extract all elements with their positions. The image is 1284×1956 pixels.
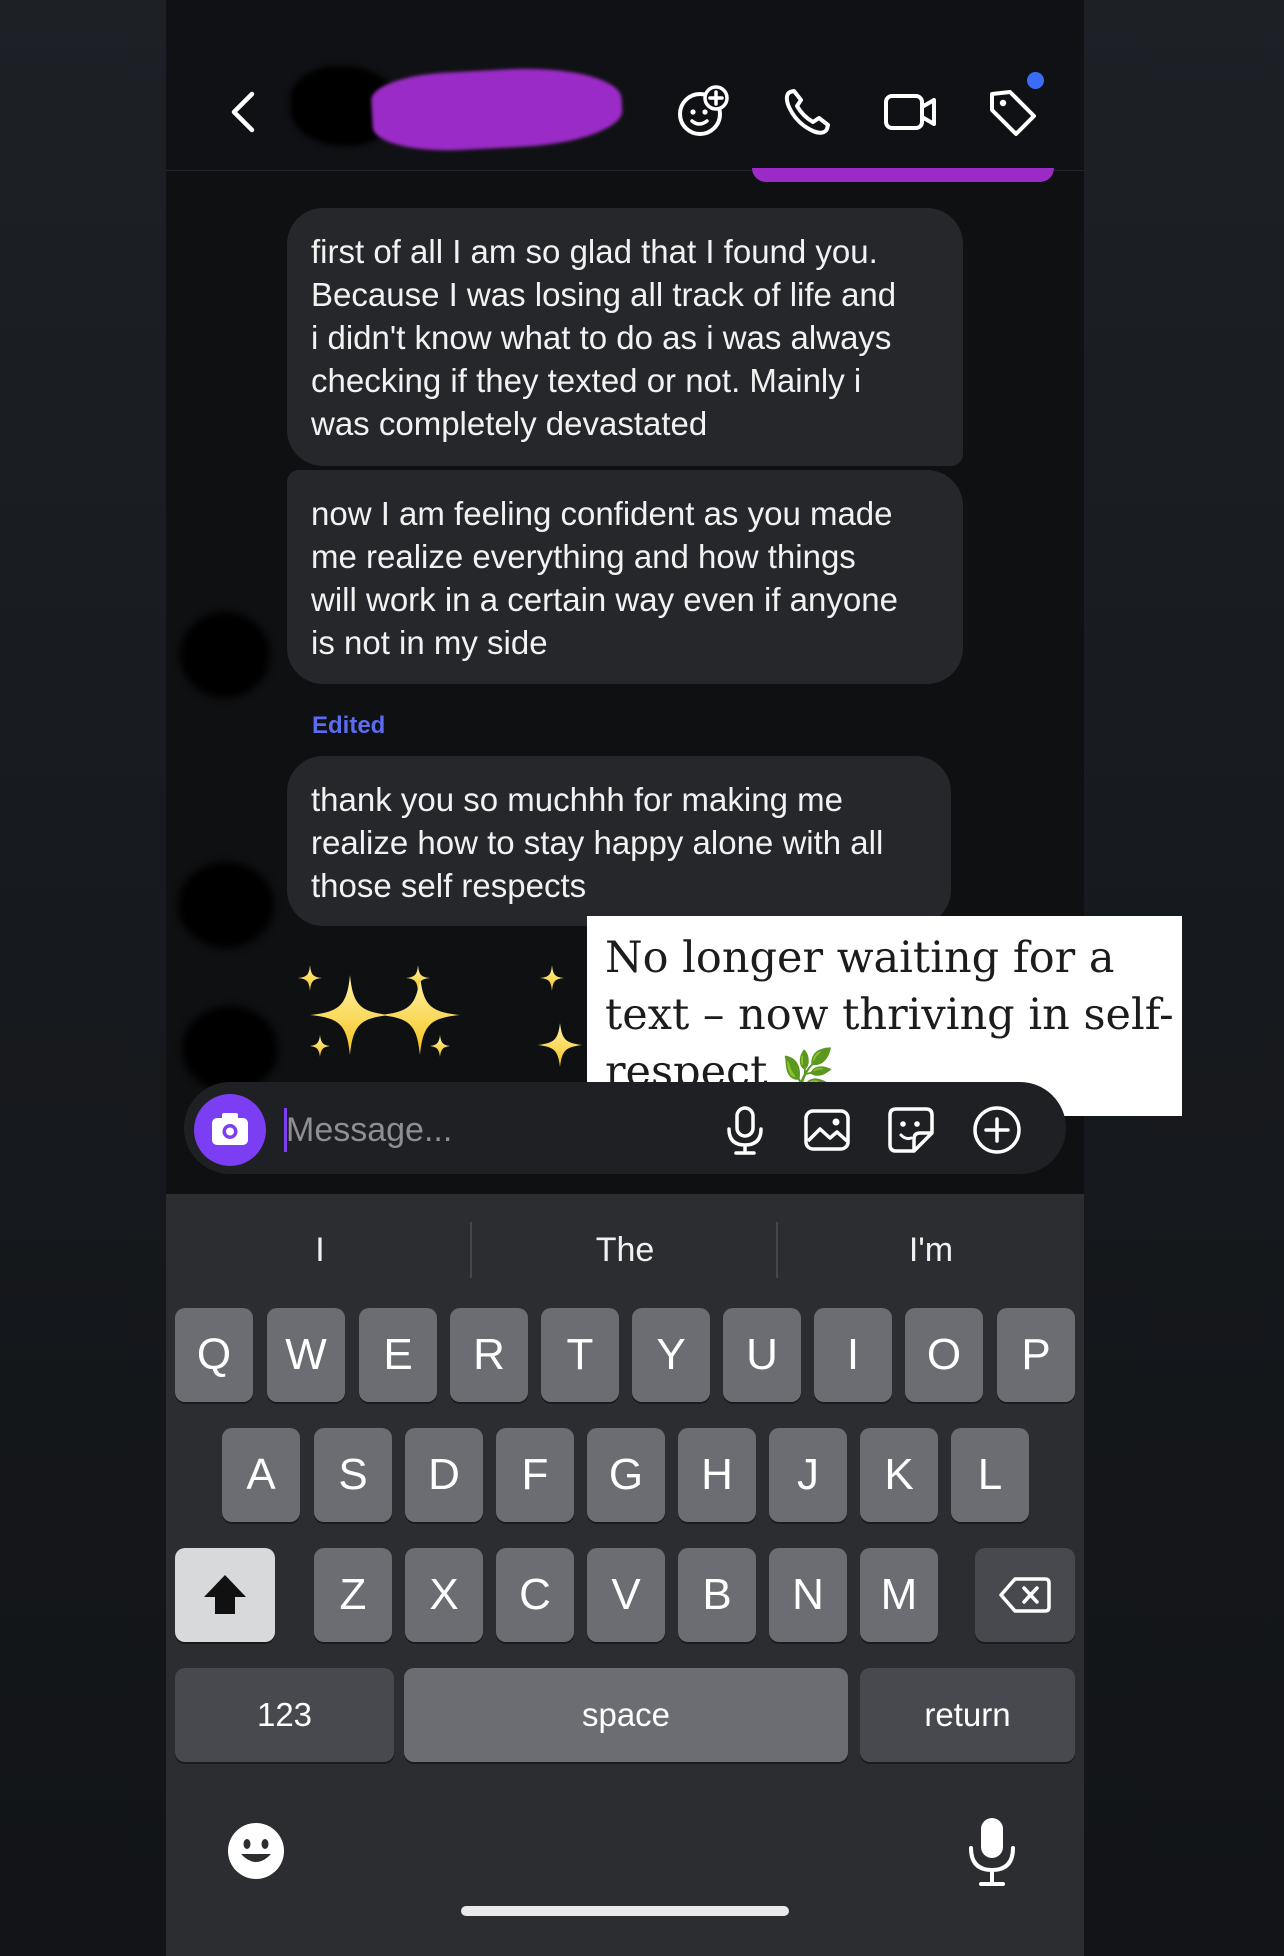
notification-dot [1027,72,1044,89]
home-indicator [461,1906,789,1916]
caption-text: No longer waiting for a text – now thriv… [605,933,1174,1097]
tag-icon[interactable] [982,82,1042,142]
redacted-sender-avatar [180,612,270,698]
key-c[interactable]: C [496,1548,574,1642]
key-l[interactable]: L [951,1428,1029,1522]
message-bubble[interactable]: now I am feeling confident as you made m… [287,470,963,684]
key-g[interactable]: G [587,1428,665,1522]
key-v[interactable]: V [587,1548,665,1642]
redacted-sender-avatar [182,1006,278,1092]
suggestion-3[interactable]: I'm [781,1222,1081,1278]
backspace-icon [999,1577,1051,1613]
key-j[interactable]: J [769,1428,847,1522]
key-a[interactable]: A [222,1428,300,1522]
key-p[interactable]: P [997,1308,1075,1402]
key-o[interactable]: O [905,1308,983,1402]
edited-label: Edited [312,712,386,739]
shift-key[interactable] [175,1548,275,1642]
pinned-banner-edge [752,168,1054,182]
return-key[interactable]: return [860,1668,1075,1762]
add-effect-icon[interactable] [672,82,732,142]
key-r[interactable]: R [450,1308,528,1402]
suggestion-2[interactable]: The [475,1222,775,1278]
key-s[interactable]: S [314,1428,392,1522]
numbers-key[interactable]: 123 [175,1668,394,1762]
emoji-icon[interactable] [225,1820,287,1882]
phone-icon[interactable] [776,82,836,142]
dictation-microphone-icon[interactable] [962,1814,1022,1890]
key-e[interactable]: E [359,1308,437,1402]
redacted-sender-avatar [178,862,274,948]
camera-icon [212,1113,248,1145]
shift-arrow-icon [204,1575,246,1614]
key-b[interactable]: B [678,1548,756,1642]
message-bubble[interactable]: first of all I am so glad that I found y… [287,208,963,466]
add-icon[interactable] [970,1103,1024,1157]
gallery-icon[interactable] [800,1103,854,1157]
sparkles-emoji-message[interactable] [290,965,600,1075]
key-q[interactable]: Q [175,1308,253,1402]
message-input[interactable] [286,1104,586,1156]
camera-button[interactable] [194,1094,266,1166]
microphone-icon[interactable] [718,1103,772,1157]
key-t[interactable]: T [541,1308,619,1402]
sticker-icon[interactable] [884,1103,938,1157]
key-f[interactable]: F [496,1428,574,1522]
key-y[interactable]: Y [632,1308,710,1402]
key-w[interactable]: W [267,1308,345,1402]
key-h[interactable]: H [678,1428,756,1522]
key-u[interactable]: U [723,1308,801,1402]
delete-key[interactable] [975,1548,1075,1642]
message-bubble[interactable]: thank you so muchhh for making me realiz… [287,756,951,926]
space-key[interactable]: space [404,1668,848,1762]
key-z[interactable]: Z [314,1548,392,1642]
suggestion-divider [776,1222,778,1278]
key-d[interactable]: D [405,1428,483,1522]
key-i[interactable]: I [814,1308,892,1402]
suggestion-1[interactable]: I [170,1222,470,1278]
key-k[interactable]: K [860,1428,938,1522]
back-arrow-icon[interactable] [214,82,274,142]
key-x[interactable]: X [405,1548,483,1642]
key-m[interactable]: M [860,1548,938,1642]
video-icon[interactable] [880,82,940,142]
suggestion-divider [470,1222,472,1278]
key-n[interactable]: N [769,1548,847,1642]
